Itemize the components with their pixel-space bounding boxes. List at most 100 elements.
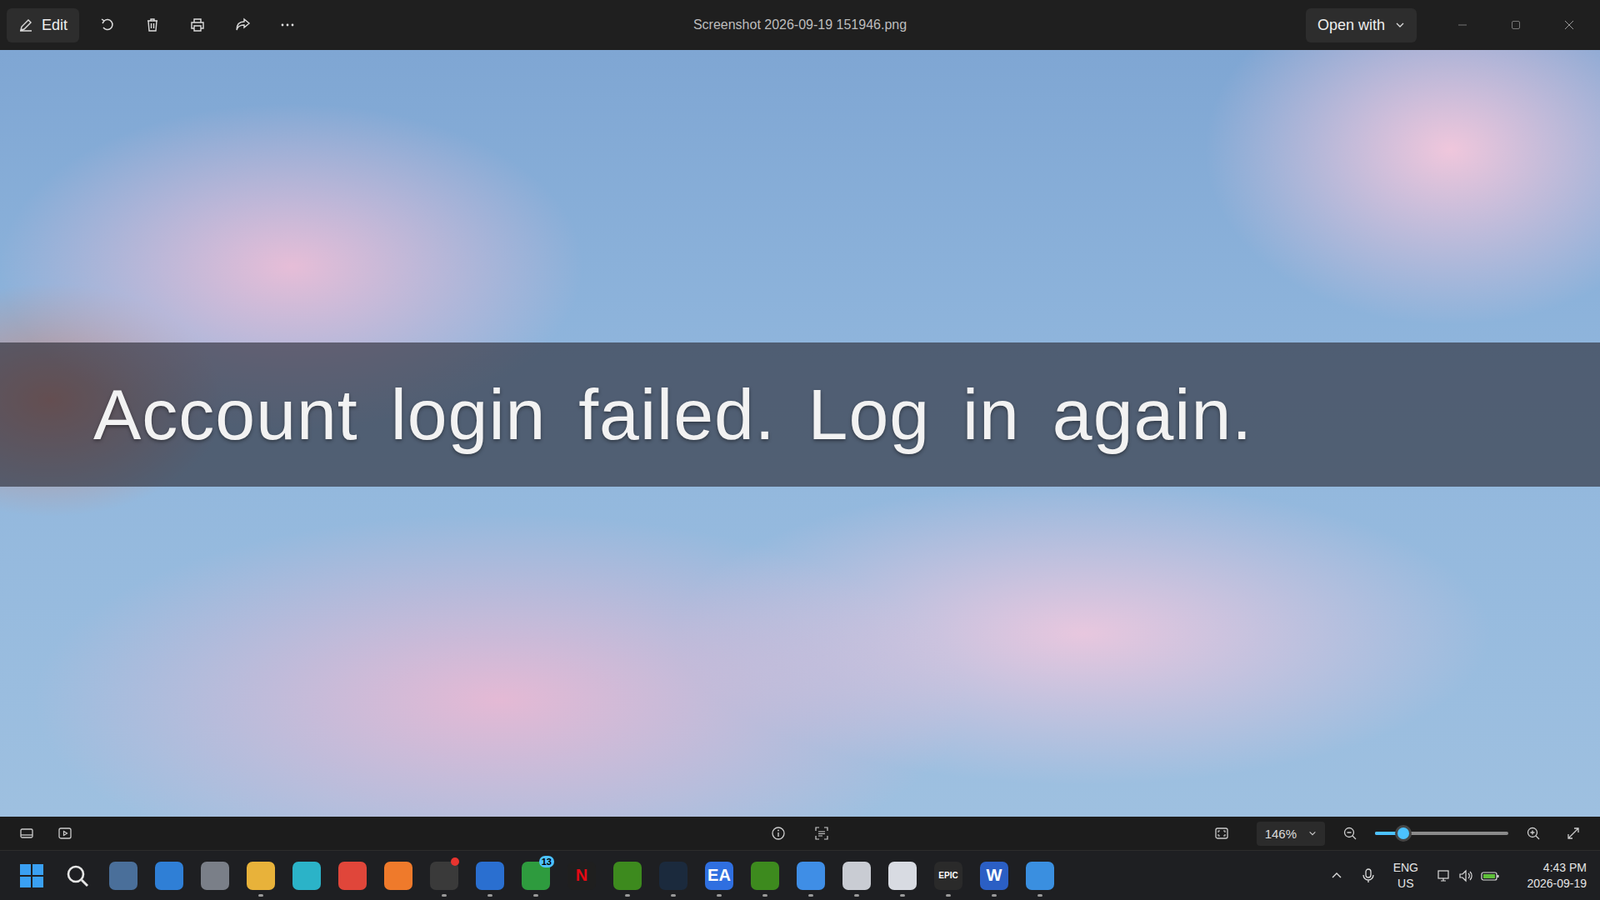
open-with-button[interactable]: Open with bbox=[1305, 8, 1417, 43]
maximize-button[interactable] bbox=[1491, 8, 1540, 42]
network-icon bbox=[1436, 868, 1452, 884]
taskbar-app[interactable] bbox=[425, 853, 463, 899]
taskbar-app[interactable] bbox=[288, 853, 325, 899]
zoom-slider[interactable] bbox=[1375, 825, 1509, 842]
slideshow-icon bbox=[57, 825, 73, 841]
running-indicator bbox=[670, 894, 676, 897]
app-icon bbox=[430, 861, 459, 890]
taskbar-app[interactable] bbox=[655, 853, 692, 899]
rotate-button[interactable] bbox=[90, 8, 125, 42]
filmstrip-icon bbox=[19, 825, 35, 841]
running-indicator bbox=[487, 894, 493, 897]
login-failed-banner: Account login failed. Log in again. bbox=[0, 342, 1600, 487]
banner-text: Account login failed. Log in again. bbox=[93, 373, 1253, 456]
app-icon bbox=[246, 861, 275, 890]
taskbar-app[interactable] bbox=[59, 853, 96, 899]
app-icon: EA bbox=[705, 861, 734, 890]
app-icon bbox=[659, 861, 688, 890]
taskbar-app[interactable] bbox=[471, 853, 509, 899]
volume-icon bbox=[1458, 868, 1474, 884]
image-viewer[interactable]: Account login failed. Log in again. bbox=[0, 50, 1600, 817]
zoom-out-icon bbox=[1342, 825, 1358, 841]
app-icon bbox=[842, 861, 871, 890]
zoom-in-icon bbox=[1525, 825, 1541, 841]
running-indicator bbox=[991, 894, 997, 897]
edit-button[interactable]: Edit bbox=[6, 8, 80, 43]
maximize-icon bbox=[1510, 19, 1522, 31]
zoom-controls: 146% bbox=[836, 819, 1589, 848]
close-icon bbox=[1563, 19, 1575, 31]
zoom-dropdown[interactable]: 146% bbox=[1256, 821, 1325, 846]
minimize-button[interactable] bbox=[1438, 8, 1487, 42]
clock[interactable]: 4:43 PM 2026-09-19 bbox=[1515, 858, 1590, 892]
show-hidden-icons-button[interactable] bbox=[1326, 865, 1347, 886]
taskbar: 13 N EA EPIC W ENG US 4:43 PM 2026-09-19 bbox=[0, 850, 1600, 900]
language-indicator[interactable]: ENG US bbox=[1390, 858, 1422, 892]
minimize-icon bbox=[1456, 19, 1469, 31]
taskbar-app[interactable] bbox=[884, 853, 921, 899]
taskbar-app[interactable] bbox=[838, 853, 875, 899]
delete-button[interactable] bbox=[135, 8, 170, 42]
running-indicator bbox=[441, 894, 447, 897]
app-icon: N bbox=[567, 861, 596, 890]
running-indicator bbox=[75, 894, 80, 897]
quick-settings-button[interactable] bbox=[1433, 865, 1504, 887]
zoom-out-button[interactable] bbox=[1335, 819, 1365, 848]
taskbar-app[interactable] bbox=[13, 853, 50, 899]
expand-icon bbox=[1565, 825, 1581, 841]
zoom-in-button[interactable] bbox=[1518, 819, 1549, 848]
print-button[interactable] bbox=[180, 8, 215, 42]
microphone-button[interactable] bbox=[1358, 865, 1379, 887]
printer-icon bbox=[189, 16, 206, 34]
windows-logo-icon bbox=[17, 861, 46, 890]
app-icon bbox=[475, 861, 505, 890]
notification-dot bbox=[450, 857, 460, 866]
running-indicator bbox=[166, 894, 172, 897]
fullscreen-button[interactable] bbox=[1558, 819, 1589, 848]
taskbar-app[interactable]: N bbox=[563, 853, 600, 899]
taskbar-app[interactable] bbox=[380, 853, 417, 899]
running-indicator bbox=[350, 894, 355, 897]
taskbar-app[interactable] bbox=[242, 853, 280, 899]
app-icon bbox=[384, 861, 413, 890]
taskbar-app[interactable] bbox=[1021, 853, 1059, 899]
slideshow-button[interactable] bbox=[50, 819, 80, 848]
taskbar-app[interactable] bbox=[105, 853, 142, 899]
close-button[interactable] bbox=[1545, 8, 1594, 42]
share-icon bbox=[234, 16, 251, 34]
search-icon bbox=[63, 861, 92, 890]
text-scan-button[interactable] bbox=[806, 819, 837, 848]
app-icon bbox=[750, 861, 780, 890]
taskbar-app[interactable] bbox=[334, 853, 371, 899]
taskbar-app[interactable]: EPIC bbox=[930, 853, 967, 899]
taskbar-app[interactable]: W bbox=[975, 853, 1013, 899]
more-button[interactable] bbox=[270, 8, 305, 42]
running-indicator bbox=[258, 894, 264, 897]
taskbar-app[interactable] bbox=[792, 853, 830, 899]
share-button[interactable] bbox=[225, 8, 260, 42]
taskbar-app[interactable] bbox=[196, 853, 234, 899]
taskbar-app[interactable]: 13 bbox=[517, 853, 555, 899]
taskbar-app[interactable] bbox=[746, 853, 784, 899]
taskbar-app[interactable] bbox=[150, 853, 188, 899]
app-icon: W bbox=[980, 861, 1009, 890]
microphone-icon bbox=[1361, 868, 1375, 884]
filmstrip-button[interactable] bbox=[11, 819, 42, 848]
running-indicator bbox=[625, 894, 630, 897]
running-indicator bbox=[762, 894, 768, 897]
toolbar: Edit bbox=[6, 8, 694, 43]
taskbar-app[interactable] bbox=[609, 853, 646, 899]
running-indicator bbox=[533, 894, 539, 897]
slider-thumb[interactable] bbox=[1397, 827, 1410, 840]
taskbar-apps: 13 N EA EPIC W bbox=[13, 853, 1059, 899]
window-actions: Open with bbox=[906, 8, 1594, 43]
running-indicator bbox=[900, 894, 905, 897]
chevron-down-icon bbox=[1395, 20, 1405, 30]
app-icon: EPIC bbox=[934, 861, 963, 890]
fit-screen-icon bbox=[1214, 825, 1230, 841]
chevron-up-icon bbox=[1330, 869, 1344, 883]
fit-button[interactable] bbox=[1206, 819, 1237, 848]
info-button[interactable] bbox=[763, 819, 794, 848]
taskbar-app[interactable]: EA bbox=[700, 853, 738, 899]
app-icon bbox=[155, 861, 184, 890]
